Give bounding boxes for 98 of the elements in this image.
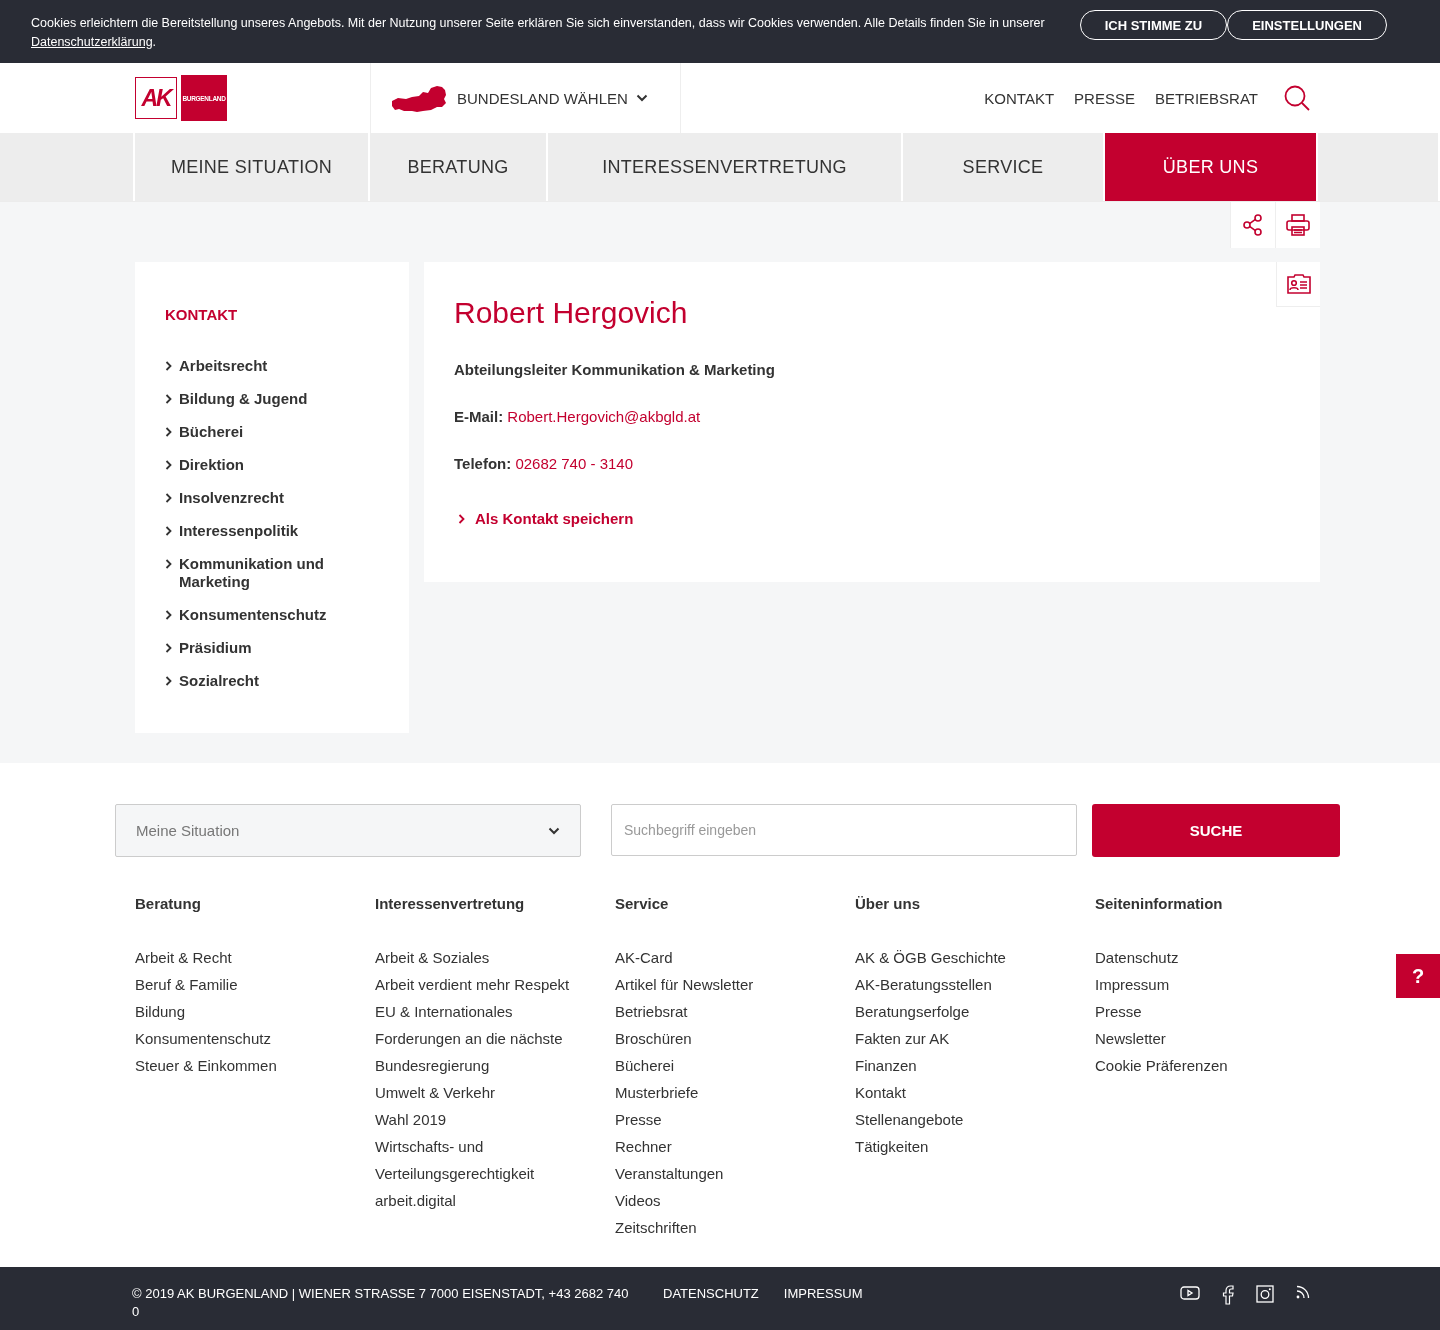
footer-link[interactable]: Umwelt & Verkehr (375, 1079, 587, 1106)
chevron-right-icon (165, 427, 172, 437)
footer-link[interactable]: Presse (615, 1106, 827, 1133)
header-link[interactable]: KONTAKT (984, 89, 1055, 107)
vcard-button[interactable] (1276, 262, 1320, 307)
chevron-right-icon (165, 526, 172, 536)
footer-link[interactable]: Presse (1095, 998, 1307, 1025)
footer-column-title: Seiteninformation (1095, 894, 1224, 914)
chevron-down-icon (548, 826, 560, 835)
search-field[interactable]: Suchbegriff eingeben (611, 804, 1077, 856)
chevron-right-icon (165, 394, 172, 404)
field-label: E-Mail: (454, 408, 504, 425)
footer-link[interactable]: Rechner (615, 1133, 827, 1160)
footer-link[interactable]: Arbeit verdient mehr Respekt (375, 971, 587, 998)
footer-link[interactable]: EU & Internationales (375, 998, 587, 1025)
search-icon[interactable] (1284, 85, 1310, 111)
footer-column-title: Beratung (135, 894, 202, 914)
footer-link[interactable]: Stellenangebote (855, 1106, 1067, 1133)
footer-link[interactable]: Steuer & Einkommen (135, 1052, 347, 1079)
footer-link[interactable]: Konsumentenschutz (135, 1025, 347, 1052)
chevron-down-icon (635, 94, 648, 102)
footer-link[interactable]: Impressum (1095, 971, 1307, 998)
footer-link[interactable]: Veranstaltungen (615, 1160, 827, 1187)
footer-column-title: Service (615, 894, 670, 914)
footer-link[interactable]: Bildung (135, 998, 347, 1025)
footer-link[interactable]: Arbeit & Soziales (375, 944, 587, 971)
footer-column-title: Über uns (855, 894, 921, 914)
sidebar-item[interactable]: Interessenpolitik (165, 522, 379, 540)
logo-mark[interactable]: AK (135, 77, 177, 119)
sidebar-item[interactable]: Arbeitsrecht (165, 357, 379, 375)
chevron-right-icon (165, 610, 172, 620)
sidebar-title: KONTAKT (165, 306, 239, 323)
header-link[interactable]: PRESSE (1074, 89, 1135, 107)
share-icon (1243, 214, 1263, 236)
nav-tab[interactable]: ÜBER UNS (1105, 133, 1318, 201)
footer-link[interactable]: Broschüren (615, 1025, 827, 1052)
sidebar-item[interactable]: Direktion (165, 456, 379, 474)
chevron-right-icon (165, 361, 172, 371)
privacy-policy-link[interactable]: Datenschutzerklärung (31, 35, 153, 49)
contact-name: Robert Hergovich (454, 296, 689, 330)
footer-link[interactable]: Videos (615, 1187, 827, 1214)
footer-bottom-link[interactable]: IMPRESSUM (783, 1285, 863, 1303)
footer-link[interactable]: Musterbriefe (615, 1079, 827, 1106)
copyright-text: © 2019 AK BURGENLAND | WIENER STRASSE 7 7000 EISENSTADT, +43 2682 740 0 (132, 1285, 630, 1321)
footer-link[interactable]: Newsletter (1095, 1025, 1307, 1052)
footer-column-title: Interessenvertretung (375, 894, 526, 914)
field-label: Telefon: (454, 455, 512, 472)
footer-bottom-link[interactable]: DATENSCHUTZ (663, 1285, 759, 1303)
rss-icon[interactable] (1296, 1285, 1310, 1299)
share-button[interactable] (1230, 202, 1275, 248)
footer-link[interactable]: Datenschutz (1095, 944, 1307, 971)
sidebar-item[interactable]: Bildung & Jugend (165, 390, 379, 408)
contact-position: Abteilungsleiter Kommunikation & Marketing (454, 361, 776, 378)
footer-link[interactable]: Finanzen (855, 1052, 1067, 1079)
footer-link[interactable]: Tätigkeiten (855, 1133, 1067, 1160)
footer-link[interactable]: Beruf & Familie (135, 971, 347, 998)
printer-icon (1286, 214, 1310, 236)
phone-link[interactable]: 02682 740 - 3140 (515, 455, 633, 472)
header-link[interactable]: BETRIEBSRAT (1154, 89, 1258, 107)
footer-link[interactable]: Bücherei (615, 1052, 827, 1079)
footer-link[interactable]: AK-Beratungsstellen (855, 971, 1067, 998)
contact-card-icon (1286, 274, 1311, 294)
chevron-right-icon (165, 559, 172, 569)
footer-link[interactable]: Forderungen an die nächste Bundesregierung (375, 1025, 587, 1079)
footer-link[interactable]: Betriebsrat (615, 998, 827, 1025)
austria-map-icon (391, 84, 449, 112)
sidebar-item[interactable]: Sozialrecht (165, 672, 379, 690)
chevron-right-icon (165, 676, 172, 686)
footer-link[interactable]: AK-Card (615, 944, 827, 971)
facebook-icon[interactable] (1222, 1285, 1234, 1305)
email-link[interactable]: Robert.Hergovich@akbgld.at (507, 408, 701, 425)
footer-link[interactable]: AK & ÖGB Geschichte (855, 944, 1067, 971)
help-button[interactable]: ? (1396, 954, 1440, 998)
footer-link[interactable]: Beratungserfolge (855, 998, 1067, 1025)
chevron-right-icon (458, 513, 465, 524)
footer-link[interactable]: Wahl 2019 (375, 1106, 587, 1133)
save-contact-link[interactable]: Als Kontakt speichern (454, 510, 634, 527)
sidebar-item[interactable]: Bücherei (165, 423, 379, 441)
search-button[interactable]: SUCHE (1092, 804, 1340, 857)
sidebar-item[interactable]: Präsidium (165, 639, 379, 657)
sidebar-item[interactable]: Insolvenzrecht (165, 489, 379, 507)
chevron-right-icon (165, 460, 172, 470)
footer-link[interactable]: arbeit.digital (375, 1187, 587, 1214)
sidebar-item[interactable]: Konsumentenschutz (165, 606, 379, 624)
sidebar-item[interactable]: Kommunikation und Marketing (165, 555, 379, 591)
footer-link[interactable]: Artikel für Newsletter (615, 971, 827, 998)
youtube-icon[interactable] (1180, 1285, 1200, 1301)
category-select[interactable]: Meine Situation (115, 804, 581, 857)
footer-link[interactable]: Zeitschriften (615, 1214, 827, 1241)
footer-link[interactable]: Kontakt (855, 1079, 1067, 1106)
chevron-right-icon (165, 643, 172, 653)
chevron-right-icon (165, 493, 172, 503)
footer-link[interactable]: Cookie Präferenzen (1095, 1052, 1307, 1079)
cookie-notice: Cookies erleichtern die Bereitstellung unseres Angebots. Mit der Nutzung unserer Seite erklären Sie sich einverstanden, dass wir Cookies verwenden. Alle Details finden Sie in unserer Datenschutzerklärung. (31, 15, 1046, 51)
print-button[interactable] (1275, 202, 1320, 248)
footer-link[interactable]: Arbeit & Recht (135, 944, 347, 971)
instagram-icon[interactable] (1256, 1285, 1274, 1303)
footer-link[interactable]: Fakten zur AK (855, 1025, 1067, 1052)
